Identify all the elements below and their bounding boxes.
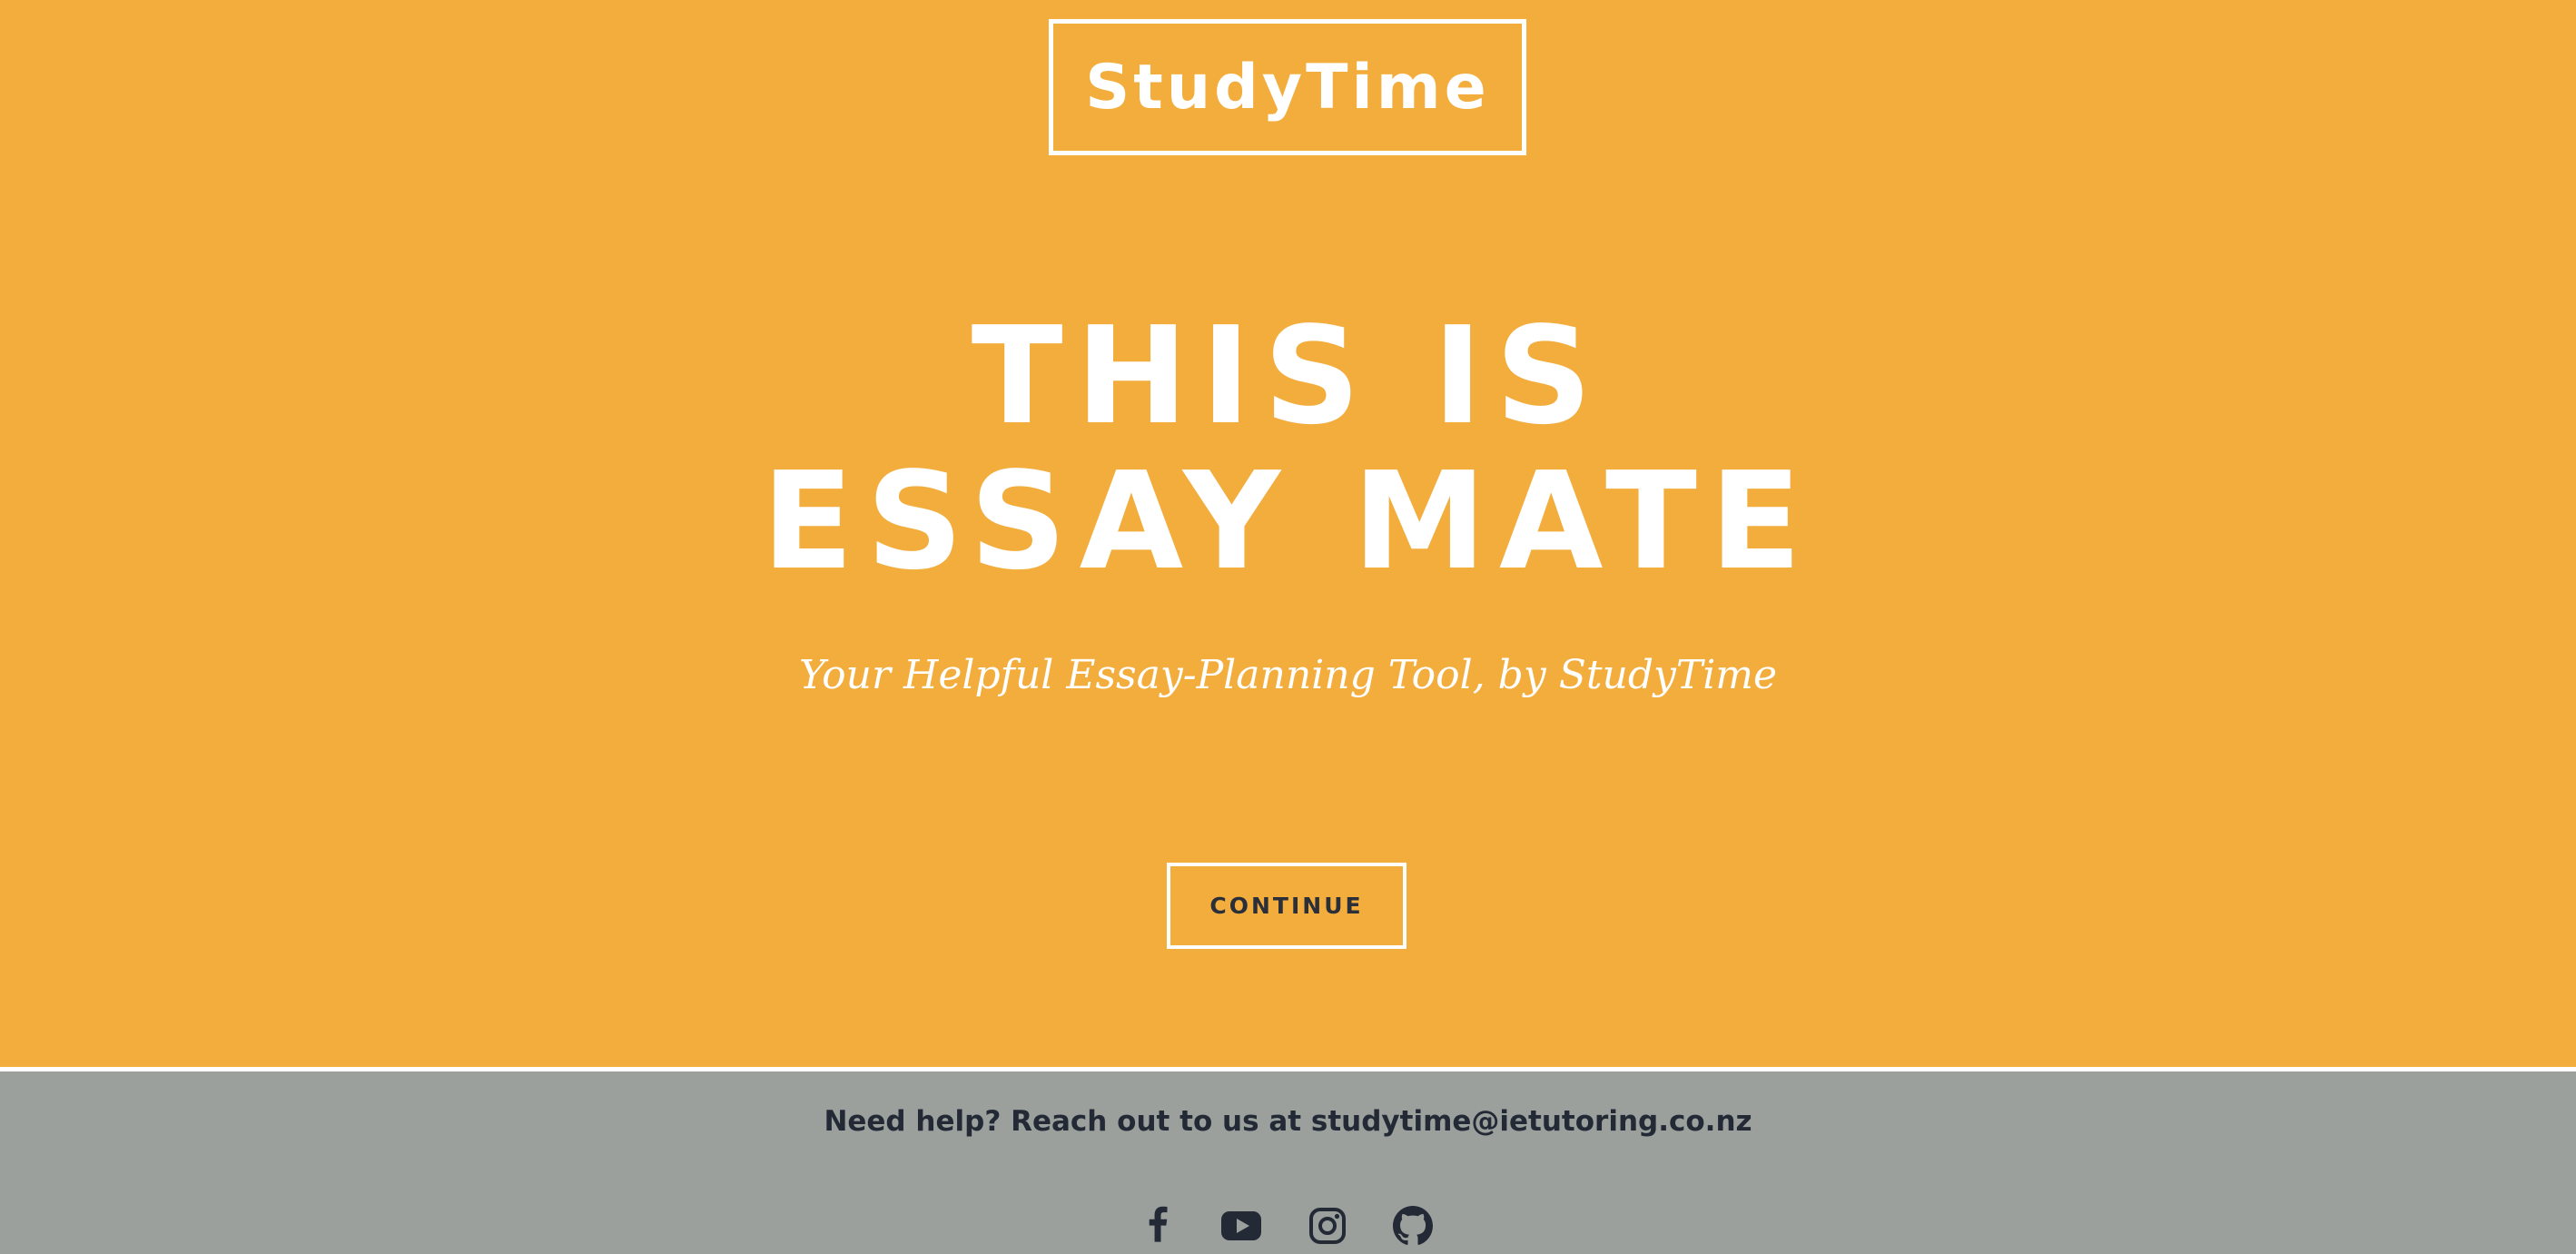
- instagram-icon[interactable]: [1308, 1206, 1347, 1246]
- youtube-icon[interactable]: [1221, 1206, 1261, 1246]
- studytime-logo[interactable]: StudyTime: [1049, 19, 1526, 155]
- tagline: Your Helpful Essay-Planning Tool, by Stu…: [798, 652, 1778, 698]
- headline-line-2: ESSAY MATE: [761, 443, 1815, 599]
- logo-text: StudyTime: [1085, 51, 1490, 123]
- headline-line-1: THIS IS: [971, 298, 1605, 454]
- continue-label: CONTINUE: [1209, 893, 1364, 919]
- social-links: [1135, 1206, 1444, 1246]
- help-contact-text: Need help? Reach out to us at studytime@…: [824, 1105, 1752, 1138]
- github-icon[interactable]: [1393, 1206, 1433, 1246]
- facebook-icon[interactable]: [1139, 1206, 1179, 1246]
- continue-button[interactable]: CONTINUE: [1167, 863, 1406, 949]
- hero-section: StudyTime THIS IS ESSAY MATE Your Helpfu…: [0, 0, 2576, 1067]
